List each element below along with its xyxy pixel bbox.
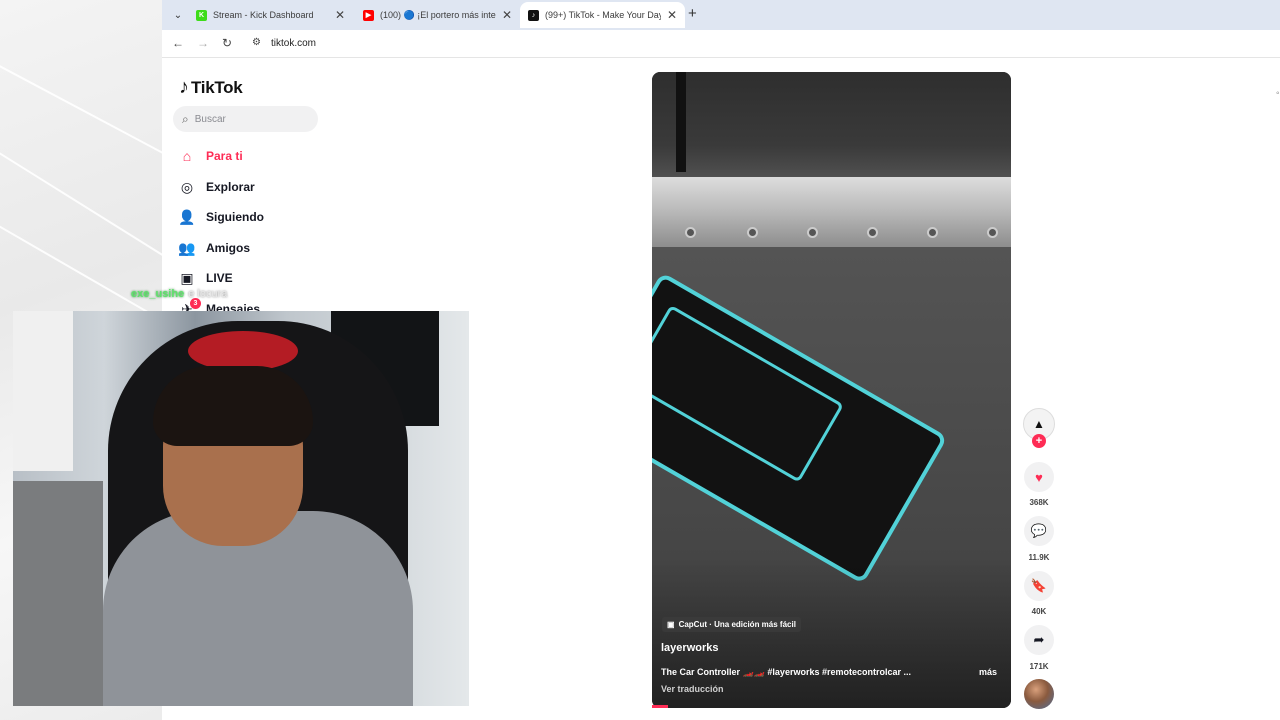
nav-label: Siguiendo: [206, 210, 264, 224]
nav-label: LIVE: [206, 271, 233, 285]
share-count: 171K: [1029, 662, 1049, 671]
nav-item-amigos[interactable]: 👥 Amigos: [178, 238, 250, 258]
capcut-label: CapCut · Una edición más fácil: [678, 620, 796, 629]
compass-icon: ◎: [180, 178, 194, 195]
nav-label: Amigos: [206, 241, 251, 255]
kick-favicon-icon: K: [196, 9, 207, 21]
tab-tiktok[interactable]: ♪ (99+) TikTok - Make Your Day ✕: [520, 2, 685, 28]
follow-button[interactable]: +: [1032, 434, 1046, 448]
comment-button[interactable]: 💬: [1024, 516, 1054, 546]
reload-icon[interactable]: ↻: [222, 36, 232, 50]
tab-close-icon[interactable]: ✕: [667, 8, 677, 22]
capcut-icon: ▣: [667, 620, 675, 629]
tab-kick-dashboard[interactable]: K Stream - Kick Dashboard ✕: [188, 2, 353, 28]
save-count: 40K: [1031, 607, 1047, 616]
video-description: The Car Controller 🏎️🏎️ #layerworks #rem…: [661, 667, 911, 677]
video-author[interactable]: layerworks: [661, 642, 718, 654]
comment-count: 11.9K: [1028, 553, 1050, 562]
tab-youtube[interactable]: ▶ (100) 🔵 ¡El portero más intelig ✕: [355, 2, 520, 28]
share-icon: ➦: [1033, 632, 1045, 647]
search-placeholder: Buscar: [194, 113, 226, 125]
following-icon: 👤: [178, 208, 196, 225]
tiktok-wordmark: TikTok: [191, 77, 243, 97]
site-settings-icon[interactable]: ⚙: [252, 37, 261, 48]
youtube-favicon-icon: ▶: [363, 9, 374, 21]
back-arrow-icon[interactable]: ←: [172, 36, 184, 50]
forward-arrow-icon[interactable]: →: [197, 36, 209, 50]
music-disc-avatar[interactable]: [1024, 679, 1054, 709]
search-input[interactable]: ⌕ Buscar: [173, 106, 318, 132]
tab-title: (100) 🔵 ¡El portero más intelig: [380, 9, 496, 20]
new-tab-button[interactable]: +: [688, 5, 697, 22]
video-player[interactable]: [652, 72, 1011, 708]
live-icon: ▣: [180, 269, 194, 286]
nav-item-para-ti[interactable]: ⌂ Para ti: [178, 146, 243, 166]
like-button[interactable]: ♥: [1024, 462, 1054, 492]
comment-icon: 💬: [1030, 523, 1048, 538]
tab-close-icon[interactable]: ✕: [335, 8, 345, 22]
save-button[interactable]: 🔖: [1024, 571, 1054, 601]
nav-item-explorar[interactable]: ◎ Explorar: [178, 177, 255, 197]
nav-label: Para ti: [206, 149, 243, 163]
video-progress-bar[interactable]: [652, 705, 668, 708]
heart-icon: ♥: [1035, 469, 1043, 485]
creator-logo-icon: ▲: [1033, 417, 1045, 431]
share-button[interactable]: ➦: [1024, 625, 1054, 655]
search-icon: ⌕: [182, 111, 189, 126]
stream-chat-message: exe_usihe e locura: [131, 288, 227, 300]
tab-title: Stream - Kick Dashboard: [213, 10, 314, 20]
bookmark-icon: 🔖: [1030, 578, 1048, 593]
address-bar: ← → ↻ ⚙ tiktok.com: [162, 30, 1280, 58]
like-count: 368K: [1029, 498, 1049, 507]
scroll-edge-icon: ◦: [1276, 88, 1280, 99]
tab-close-icon[interactable]: ✕: [502, 8, 512, 22]
translate-link[interactable]: Ver traducción: [661, 684, 724, 694]
more-button[interactable]: más: [979, 667, 997, 677]
tab-search-dropdown-icon[interactable]: ⌄: [168, 5, 188, 25]
tiktok-logo[interactable]: ♪ TikTok: [179, 76, 243, 99]
nav-item-siguiendo[interactable]: 👤 Siguiendo: [178, 207, 264, 227]
tiktok-note-icon: ♪: [179, 76, 189, 98]
tab-title: (99+) TikTok - Make Your Day: [545, 10, 661, 20]
friends-icon: 👥: [178, 239, 196, 256]
nav-item-live[interactable]: ▣ LIVE: [178, 268, 233, 288]
capcut-tag[interactable]: ▣ CapCut · Una edición más fácil: [662, 617, 801, 632]
chat-username: exe_usihe: [131, 288, 185, 300]
chat-text: e locura: [188, 288, 228, 300]
nav-label: Explorar: [206, 180, 255, 194]
url-field[interactable]: tiktok.com: [271, 38, 316, 49]
browser-tab-bar: ⌄ K Stream - Kick Dashboard ✕ ▶ (100) 🔵 …: [162, 0, 1280, 30]
streamer-webcam: [13, 311, 469, 706]
home-icon: ⌂: [182, 148, 192, 164]
tiktok-favicon-icon: ♪: [528, 9, 539, 21]
